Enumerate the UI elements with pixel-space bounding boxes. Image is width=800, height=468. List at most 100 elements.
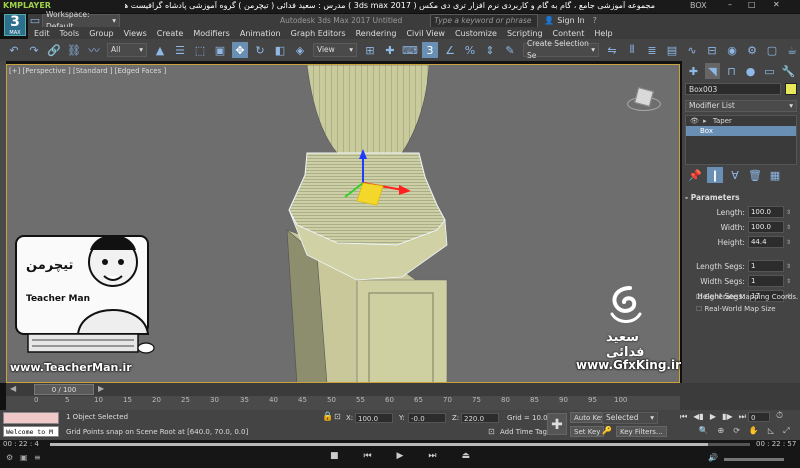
time-slider[interactable]: 0 / 100 ◀ ▶: [6, 383, 680, 396]
close-icon[interactable]: ✕: [773, 0, 780, 9]
menu-create[interactable]: Create: [157, 29, 184, 38]
track-bar[interactable]: 0 5 10 15 20 25 30 35 40 45 50 55 60 65 …: [6, 396, 680, 410]
length-spinner[interactable]: Length: 100.0 ⇕: [685, 206, 791, 218]
place-icon[interactable]: ◈: [292, 42, 308, 58]
real-world-checkbox[interactable]: ☐ Real-World Map Size: [696, 305, 776, 313]
add-time-tag[interactable]: Add Time Tag: [500, 428, 547, 436]
next-frame-icon[interactable]: ▶: [98, 384, 104, 393]
keyboard-shortcut-icon[interactable]: ⌨: [402, 42, 418, 58]
parameters-header[interactable]: - Parameters: [685, 193, 797, 202]
z-coordinate-field[interactable]: 220.0: [461, 413, 499, 423]
player-3d-icon[interactable]: ▣: [20, 453, 28, 462]
modifier-list-dropdown[interactable]: Modifier List ▾: [685, 100, 797, 112]
reference-coordinate-dropdown[interactable]: View ▾: [313, 43, 357, 57]
zoom-icon[interactable]: 🔍: [699, 426, 709, 438]
workspace-dropdown[interactable]: Workspace: Default ▾: [42, 10, 120, 31]
select-object-icon[interactable]: ▲: [152, 42, 168, 58]
menu-group[interactable]: Group: [89, 29, 113, 38]
player-stop-icon[interactable]: ■: [330, 451, 339, 465]
spinner-snap-icon[interactable]: ⇕: [482, 42, 498, 58]
layer-explorer-icon[interactable]: ≣: [644, 42, 660, 58]
menu-edit[interactable]: Edit: [34, 29, 50, 38]
undo-icon[interactable]: ↶: [6, 42, 22, 58]
maximize-icon[interactable]: □: [748, 0, 756, 9]
mirror-icon[interactable]: ⇋: [604, 42, 620, 58]
x-coordinate-field[interactable]: 100.0: [355, 413, 393, 423]
expand-icon[interactable]: ▸: [703, 117, 707, 125]
next-key-icon[interactable]: ▮▶: [722, 412, 733, 424]
help-icon[interactable]: ?: [593, 16, 597, 25]
player-playlist-icon[interactable]: ≡: [34, 453, 41, 462]
stack-item-box[interactable]: Box: [686, 126, 796, 136]
render-production-icon[interactable]: ☕: [784, 42, 800, 58]
menu-views[interactable]: Views: [124, 29, 147, 38]
time-slider-thumb[interactable]: 0 / 100: [34, 384, 94, 395]
maximize-viewport-icon[interactable]: ⤢: [783, 426, 789, 438]
utilities-tab-icon[interactable]: 🔧: [781, 63, 796, 79]
rectangular-selection-icon[interactable]: ⬚: [192, 42, 208, 58]
view-cube[interactable]: [627, 83, 661, 117]
rendered-frame-icon[interactable]: ▢: [764, 42, 780, 58]
menu-content[interactable]: Content: [553, 29, 585, 38]
current-frame-field[interactable]: 0: [748, 412, 770, 422]
window-crossing-icon[interactable]: ▣: [212, 42, 228, 58]
link-icon[interactable]: 🔗: [46, 42, 62, 58]
width-spinner[interactable]: Width: 100.0 ⇕: [685, 221, 791, 233]
schematic-view-icon[interactable]: ⊟: [704, 42, 720, 58]
show-end-result-icon[interactable]: ❙: [707, 167, 723, 183]
key-mode-dropdown[interactable]: Selected ▾: [602, 412, 658, 424]
player-prev-icon[interactable]: ⏮: [363, 451, 371, 465]
select-manipulate-icon[interactable]: ✚: [382, 42, 398, 58]
render-setup-icon[interactable]: ⚙: [744, 42, 760, 58]
percent-snap-icon[interactable]: %: [462, 42, 478, 58]
remove-modifier-icon[interactable]: 🗑: [747, 167, 763, 183]
player-play-icon[interactable]: ▶: [397, 451, 404, 465]
select-scale-icon[interactable]: ◧: [272, 42, 288, 58]
eye-icon[interactable]: 👁: [690, 117, 699, 125]
menu-civil-view[interactable]: Civil View: [406, 29, 445, 38]
stack-item-taper[interactable]: 👁 ▸ Taper: [686, 116, 796, 126]
redo-icon[interactable]: ↷: [26, 42, 42, 58]
menu-help[interactable]: Help: [594, 29, 612, 38]
minimize-icon[interactable]: –: [728, 0, 732, 9]
bind-space-warp-icon[interactable]: 〰: [86, 42, 102, 58]
player-eject-icon[interactable]: ⏏: [461, 451, 470, 465]
volume-icon[interactable]: 🔊: [708, 453, 718, 462]
previous-key-icon[interactable]: ◀▮: [693, 412, 704, 424]
curve-editor-icon[interactable]: ∿: [684, 42, 700, 58]
maxscript-mini-input[interactable]: Welcome to M: [3, 426, 59, 437]
pivot-center-icon[interactable]: ⊞: [362, 42, 378, 58]
sign-in[interactable]: Sign In: [557, 16, 584, 25]
select-rotate-icon[interactable]: ↻: [252, 42, 268, 58]
go-to-end-icon[interactable]: ⏭: [739, 412, 746, 424]
key-icon[interactable]: 🔑: [602, 426, 612, 435]
angle-snap-icon[interactable]: ∠: [442, 42, 458, 58]
make-unique-icon[interactable]: ∀: [727, 167, 743, 183]
select-by-name-icon[interactable]: ☰: [172, 42, 188, 58]
player-settings-icon[interactable]: ⚙: [6, 453, 13, 462]
length-segs-spinner[interactable]: Length Segs: 1 ⇕: [685, 260, 791, 272]
menu-animation[interactable]: Animation: [240, 29, 281, 38]
set-key-big-icon[interactable]: ✚: [547, 413, 567, 435]
display-tab-icon[interactable]: ▭: [762, 63, 777, 79]
toggle-ribbon-icon[interactable]: ▤: [664, 42, 680, 58]
set-key-button[interactable]: Set Key: [570, 426, 605, 437]
edit-named-selection-icon[interactable]: ✎: [502, 42, 518, 58]
motion-tab-icon[interactable]: ●: [743, 63, 758, 79]
time-tag-icon[interactable]: ⊡: [488, 427, 495, 436]
key-filters-button[interactable]: Key Filters...: [616, 426, 667, 437]
create-tab-icon[interactable]: ✚: [686, 63, 701, 79]
absolute-mode-icon[interactable]: ⊡: [334, 412, 341, 421]
pan-icon[interactable]: ✋: [749, 426, 759, 438]
menu-graph-editors[interactable]: Graph Editors: [291, 29, 346, 38]
menu-customize[interactable]: Customize: [455, 29, 497, 38]
selection-filter-dropdown[interactable]: All ▾: [107, 43, 147, 57]
orbit-icon[interactable]: ⟳: [733, 426, 740, 438]
y-coordinate-field[interactable]: -0.0: [408, 413, 446, 423]
menu-modifiers[interactable]: Modifiers: [193, 29, 230, 38]
player-next-icon[interactable]: ⏭: [428, 451, 436, 465]
configure-sets-icon[interactable]: ▦: [767, 167, 783, 183]
go-to-start-icon[interactable]: ⏮: [680, 412, 687, 424]
snaps-toggle-icon[interactable]: 3: [422, 42, 438, 58]
pin-stack-icon[interactable]: 📌: [687, 167, 703, 183]
